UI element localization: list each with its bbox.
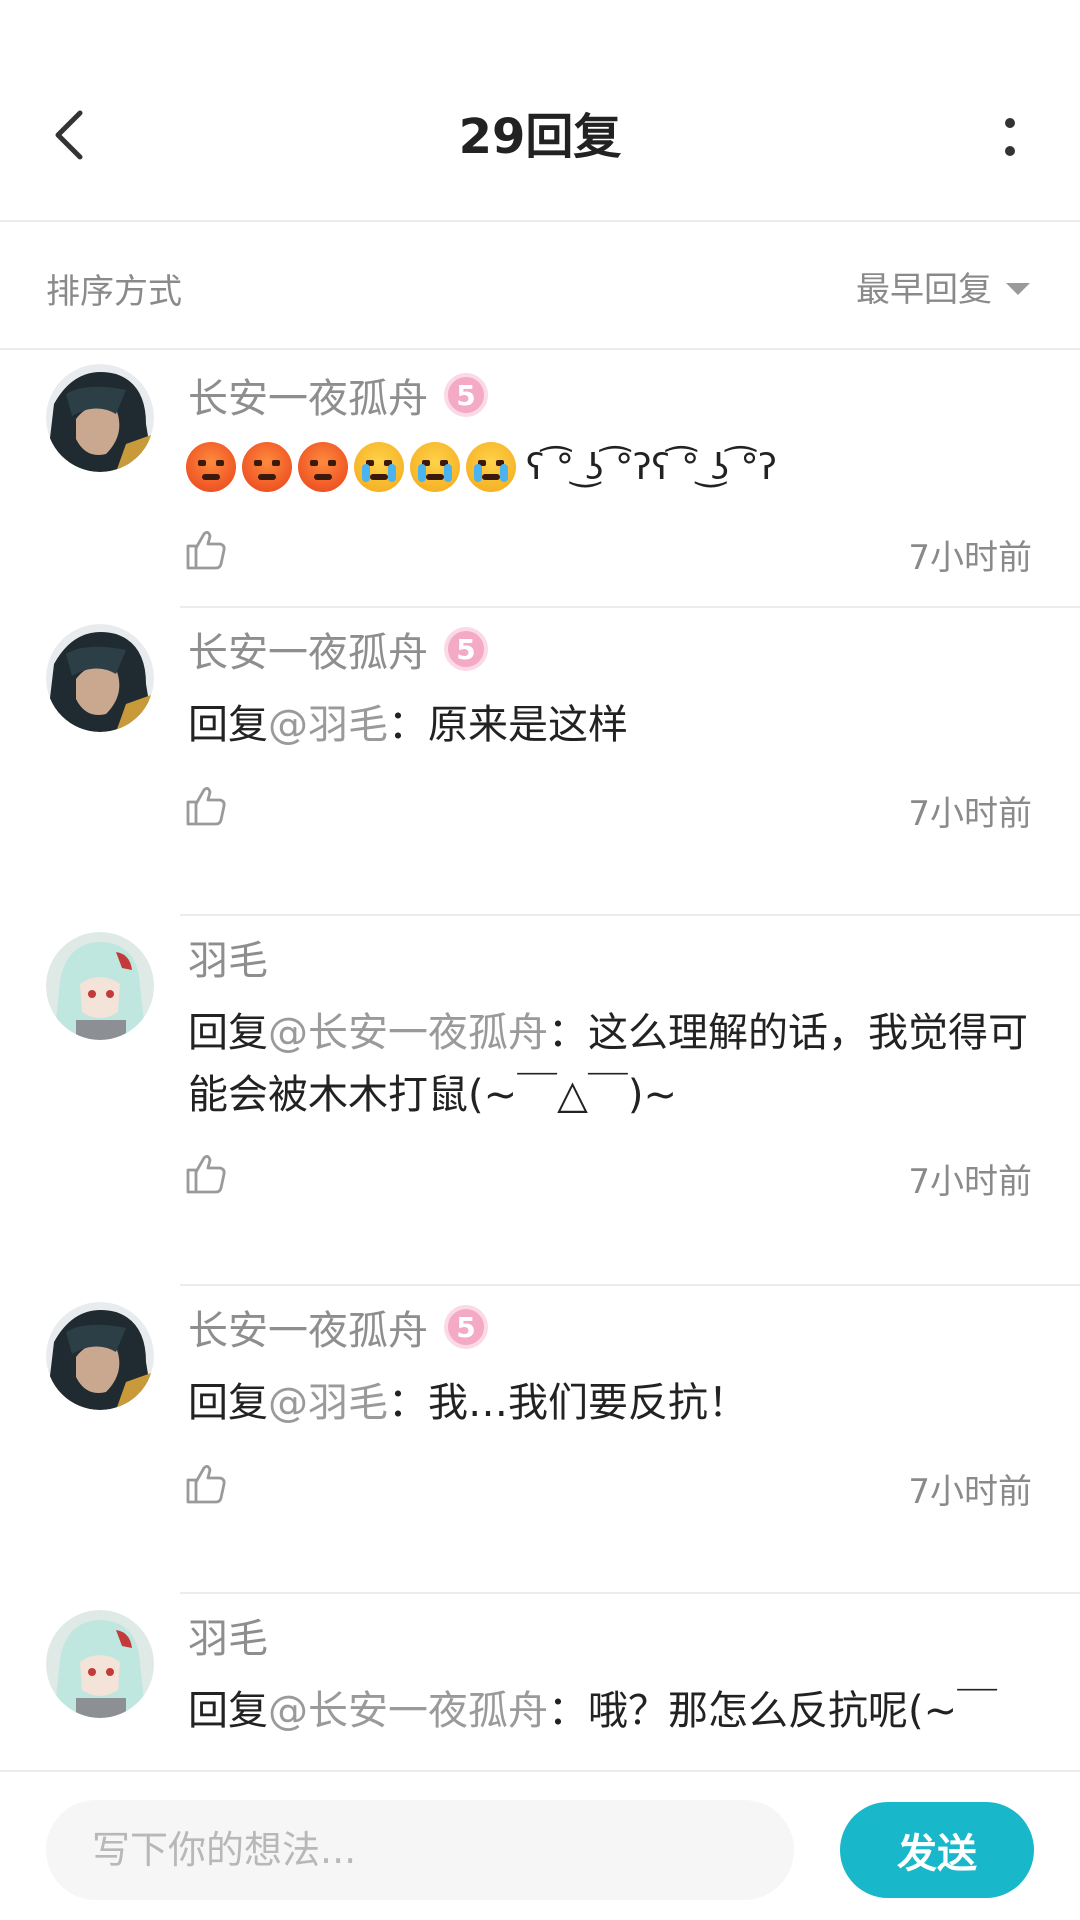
sort-value: 最早回复 [856,270,992,310]
list-item: 长安一夜孤舟 5 回复@羽毛：我…我们要反抗！ 7小时前 [0,1286,1080,1594]
comment-header: 长安一夜孤舟 5 [188,620,488,678]
list-item: 羽毛 回复@长安一夜孤舟：这么理解的话，我觉得可能会被木木打鼠(~￣△￣)~ 7… [0,916,1080,1286]
avatar[interactable] [46,624,154,732]
thumbs-up-icon[interactable] [184,528,228,572]
username[interactable]: 长安一夜孤舟 [188,620,428,678]
comment-text: 回复@长安一夜孤舟：这么理解的话，我觉得可能会被木木打鼠(~￣△￣)~ [188,1002,1028,1126]
comment-header: 长安一夜孤舟 5 [188,366,488,424]
comment-header: 长安一夜孤舟 5 [188,1298,488,1356]
thumbs-up-icon[interactable] [184,784,228,828]
sort-bar: 排序方式 最早回复 [0,224,1080,350]
username[interactable]: 长安一夜孤舟 [188,1298,428,1356]
comment-text: 回复@羽毛：我…我们要反抗！ [188,1372,1028,1434]
username[interactable]: 羽毛 [188,928,268,986]
list-item: 羽毛 回复@长安一夜孤舟：哦？那怎么反抗呢(~￣ [0,1594,1080,1770]
crying-emoji-icon [410,442,460,492]
reply-prefix: 回复 [188,1010,268,1056]
comment-body: ：哦？那怎么反抗呢(~￣ [548,1688,998,1734]
comment-text: 回复@长安一夜孤舟：哦？那怎么反抗呢(~￣ [188,1680,1028,1742]
avatar[interactable] [46,1610,154,1718]
list-item: 长安一夜孤舟 5 回复@羽毛：原来是这样 7小时前 [0,608,1080,916]
more-options-button[interactable] [980,105,1040,169]
crying-emoji-icon [466,442,516,492]
level-badge: 5 [444,1305,488,1349]
comment-content: ʕ ͡° ͜ʖ ͡°ʔʕ ͡° ͜ʖ ͡°ʔ [186,442,777,492]
level-badge: 5 [444,627,488,671]
page-title: 29回复 [458,109,622,165]
mention-link[interactable]: @羽毛 [268,1380,388,1426]
comment-body: ：原来是这样 [388,702,628,748]
sort-dropdown[interactable]: 最早回复 [856,262,1030,311]
timestamp: 7小时前 [908,794,1032,834]
mention-link[interactable]: @长安一夜孤舟 [268,1688,548,1734]
mention-link[interactable]: @羽毛 [268,702,388,748]
angry-emoji-icon [298,442,348,492]
reply-prefix: 回复 [188,1688,268,1734]
crying-emoji-icon [354,442,404,492]
username[interactable]: 羽毛 [188,1606,268,1664]
more-vertical-icon-dot [1005,146,1015,156]
comment-body: ：我…我们要反抗！ [388,1380,748,1426]
mention-link[interactable]: @长安一夜孤舟 [268,1010,548,1056]
comment-input[interactable] [46,1800,794,1900]
comment-text: 回复@羽毛：原来是这样 [188,694,1028,756]
comment-composer: 发送 [0,1770,1080,1920]
reply-prefix: 回复 [188,702,268,748]
caret-down-icon [1006,282,1030,295]
timestamp: 7小时前 [908,1472,1032,1512]
comment-text: ʕ ͡° ͜ʖ ͡°ʔʕ ͡° ͜ʖ ͡°ʔ [526,446,777,488]
avatar[interactable] [46,364,154,472]
sort-label: 排序方式 [46,272,182,312]
top-bar: 29回复 [0,0,1080,222]
angry-emoji-icon [242,442,292,492]
send-button[interactable]: 发送 [840,1802,1034,1898]
thumbs-up-icon[interactable] [184,1462,228,1506]
comment-header: 羽毛 [188,1606,268,1664]
more-vertical-icon [1005,118,1015,128]
list-item: 长安一夜孤舟 5 ʕ ͡° ͜ʖ ͡°ʔʕ ͡° ͜ʖ ͡°ʔ 7小时前 [0,352,1080,610]
avatar[interactable] [46,1302,154,1410]
avatar[interactable] [46,932,154,1040]
level-badge: 5 [444,373,488,417]
username[interactable]: 长安一夜孤舟 [188,366,428,424]
timestamp: 7小时前 [908,538,1032,578]
angry-emoji-icon [186,442,236,492]
reply-prefix: 回复 [188,1380,268,1426]
timestamp: 7小时前 [908,1162,1032,1202]
reply-list[interactable]: 长安一夜孤舟 5 ʕ ͡° ͜ʖ ͡°ʔʕ ͡° ͜ʖ ͡°ʔ 7小时前 长安一… [0,352,1080,1770]
thumbs-up-icon[interactable] [184,1152,228,1196]
comment-header: 羽毛 [188,928,268,986]
